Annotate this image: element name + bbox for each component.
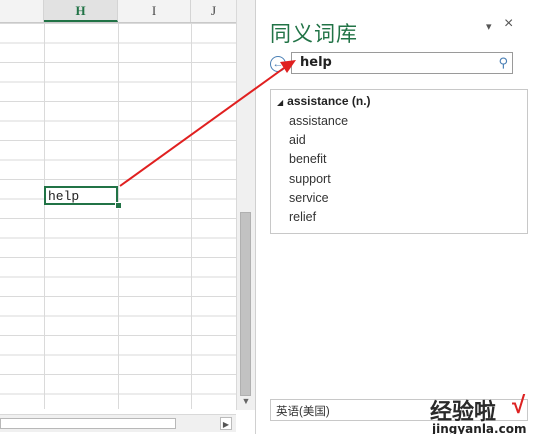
column-header-i[interactable]: I <box>118 0 191 22</box>
thesaurus-pane: 同义词库 ▾ × ← help ⚲ ◢ assistance (n.) assis… <box>255 0 554 444</box>
synonym-item[interactable]: benefit <box>289 152 327 166</box>
language-label: 英语(美国) <box>276 406 330 418</box>
back-arrow-icon[interactable]: ← <box>270 56 286 72</box>
synonym-item[interactable]: assistance <box>289 114 348 128</box>
pane-title: 同义词库 <box>270 22 358 46</box>
close-icon[interactable]: × <box>504 15 513 33</box>
column-header-h[interactable]: H <box>44 0 118 22</box>
grid-line <box>44 23 45 409</box>
fill-handle[interactable] <box>115 202 122 209</box>
scroll-down-arrow-icon[interactable]: ▼ <box>240 396 252 406</box>
grid-line <box>118 23 119 409</box>
search-input-value: help <box>300 55 332 70</box>
synonym-item[interactable]: support <box>289 172 331 186</box>
vertical-scrollbar[interactable]: ▼ <box>236 0 255 410</box>
synonym-item[interactable]: aid <box>289 133 306 147</box>
search-input[interactable]: help ⚲ <box>291 52 513 74</box>
grid-line <box>191 23 192 409</box>
synonym-group-heading[interactable]: ◢ assistance (n.) <box>277 94 371 108</box>
column-header-row: H I J <box>0 0 236 23</box>
synonym-item[interactable]: service <box>289 191 329 205</box>
synonym-item[interactable]: relief <box>289 210 316 224</box>
horizontal-scrollbar[interactable]: ▶ <box>0 414 236 432</box>
scroll-right-arrow-icon[interactable]: ▶ <box>220 417 232 430</box>
column-header-j[interactable]: J <box>191 0 236 22</box>
active-cell-h9[interactable]: help <box>44 186 118 205</box>
column-header-g[interactable] <box>0 0 44 22</box>
pane-options-icon[interactable]: ▾ <box>486 20 492 33</box>
search-icon[interactable]: ⚲ <box>498 55 508 71</box>
watermark-check-icon: √ <box>512 392 526 419</box>
collapse-triangle-icon[interactable]: ◢ <box>277 98 283 107</box>
bottom-strip <box>0 434 554 444</box>
vertical-scroll-thumb[interactable] <box>240 212 251 396</box>
synonym-results-list[interactable]: ◢ assistance (n.) assistance aid benefit … <box>270 89 528 234</box>
spreadsheet-area: H I J help ▼ ▶ <box>0 0 255 444</box>
horizontal-scroll-thumb[interactable] <box>0 418 176 429</box>
synonym-group-label: assistance (n.) <box>287 94 371 108</box>
